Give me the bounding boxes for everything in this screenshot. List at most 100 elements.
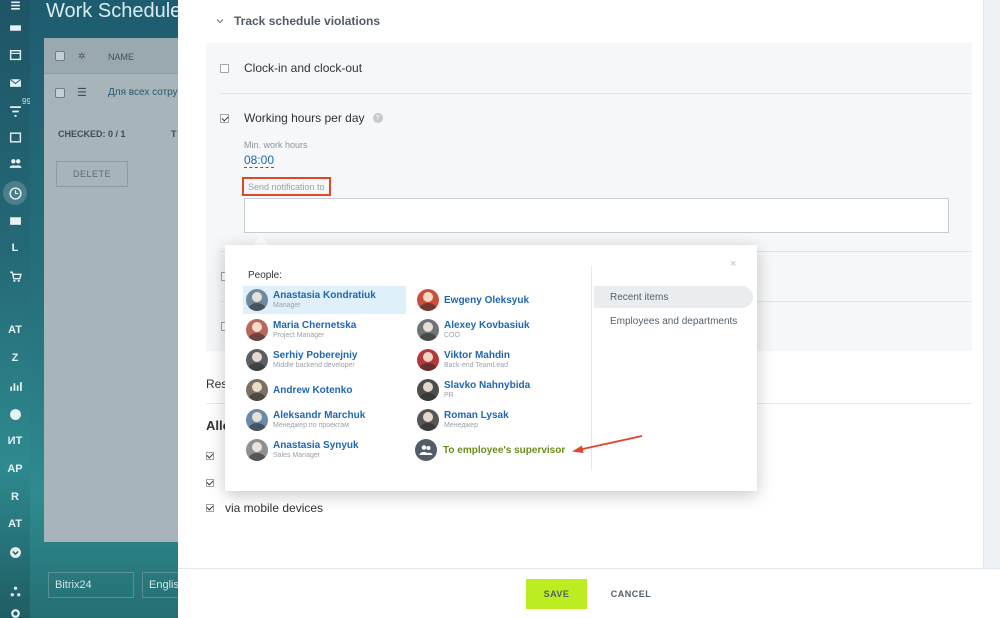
person-item[interactable]: Viktor Mahdin Back-end TeamLead <box>414 346 577 374</box>
schedule-grid: ✲ NAME ☰ Для всех сотру CHECKED: 0 / 1 T… <box>44 38 178 542</box>
working-hours-option[interactable]: Working hours per day ? <box>220 111 383 125</box>
mobile-checkbox[interactable] <box>206 504 214 512</box>
rail-letter-ap[interactable]: AP <box>0 456 30 482</box>
copyright-icon[interactable] <box>0 401 30 427</box>
working-hours-checkbox[interactable] <box>220 113 229 123</box>
rail-letter-z[interactable]: Z <box>0 345 30 371</box>
left-rail: 99+ L AT Z ИТ AP R AT <box>0 0 36 618</box>
min-hours-label: Min. work hours <box>244 140 308 150</box>
avatar <box>246 409 268 431</box>
users-icon[interactable] <box>0 150 30 176</box>
close-icon[interactable]: × <box>730 258 736 270</box>
cart-icon[interactable] <box>0 263 30 289</box>
group-icon <box>415 439 437 461</box>
calendar-icon[interactable] <box>0 41 30 67</box>
person-item[interactable]: Ewgeny Oleksyuk <box>414 286 577 314</box>
allow-checkbox-1[interactable] <box>206 452 214 460</box>
row-checkbox[interactable] <box>55 88 65 98</box>
background-page: Work Schedule ✲ NAME ☰ Для всех сотру CH… <box>30 0 185 618</box>
mail-icon[interactable] <box>0 69 30 95</box>
checked-trunc: T <box>171 129 177 139</box>
person-item[interactable]: Andrew Kotenko <box>243 376 406 404</box>
person-item[interactable]: Serhiy Poberejniy Middle backend develope… <box>243 346 406 374</box>
person-role: COO <box>444 332 460 339</box>
page-title: Work Schedule <box>46 0 182 22</box>
clock-in-label: Clock-in and clock-out <box>244 61 363 75</box>
allow-checkbox-2[interactable] <box>206 479 214 487</box>
rail-letter-l[interactable]: L <box>0 235 30 261</box>
drive-icon[interactable] <box>0 14 30 40</box>
person-name: Serhiy Poberejniy <box>273 350 358 361</box>
rail-letter-at-2[interactable]: AT <box>0 511 30 537</box>
working-hours-label: Working hours per day <box>244 111 365 125</box>
card-icon[interactable] <box>0 207 30 233</box>
avatar <box>417 349 439 371</box>
chevron-down-icon[interactable] <box>0 539 30 565</box>
rail-letter-r[interactable]: R <box>0 484 30 510</box>
mobile-label: via mobile devices <box>225 501 324 515</box>
supervisor-label: To employee's supervisor <box>443 444 566 456</box>
tab-recent-items[interactable]: Recent items <box>594 286 753 308</box>
clock-icon[interactable] <box>3 181 27 205</box>
avatar <box>246 349 268 371</box>
notify-recipients-input[interactable] <box>244 198 949 233</box>
chevron-down-icon[interactable] <box>216 17 224 25</box>
row-link[interactable]: Для всех сотру <box>108 87 178 98</box>
window-icon[interactable] <box>0 124 30 150</box>
delete-button[interactable]: DELETE <box>56 161 128 187</box>
cancel-button[interactable]: CANCEL <box>601 579 661 609</box>
rail-letter-at[interactable]: AT <box>0 317 30 343</box>
select-all-checkbox[interactable] <box>55 51 65 61</box>
gear-icon[interactable]: ✲ <box>78 51 86 62</box>
avatar <box>417 409 439 431</box>
person-role: Sales Manager <box>273 452 321 459</box>
person-item[interactable]: Alexey Kovbasiuk COO <box>414 316 577 344</box>
section-title[interactable]: Track schedule violations <box>234 14 380 28</box>
language-selector[interactable]: English <box>142 572 185 598</box>
person-role: Менеджер <box>444 422 478 429</box>
person-name: Andrew Kotenko <box>273 384 353 396</box>
person-item[interactable]: Roman Lysak Менеджер <box>414 406 577 434</box>
mobile-option[interactable]: via mobile devices <box>206 501 323 515</box>
clock-in-option[interactable]: Clock-in and clock-out <box>220 61 362 75</box>
person-name: Maria Chernetska <box>273 320 357 331</box>
row-menu-icon[interactable]: ☰ <box>77 86 87 99</box>
avatar <box>246 439 268 461</box>
clock-in-checkbox[interactable] <box>220 63 229 73</box>
grid-header: ✲ NAME <box>44 38 178 74</box>
help-icon[interactable]: ? <box>372 113 383 123</box>
person-name: Slavko Nahnybida <box>444 380 531 391</box>
save-button[interactable]: SAVE <box>526 579 587 609</box>
avatar <box>417 289 439 311</box>
supervisor-option[interactable]: To employee's supervisor <box>415 439 565 461</box>
person-role: Manager <box>273 302 301 309</box>
column-header-name[interactable]: NAME <box>108 52 134 62</box>
person-item[interactable]: Slavko Nahnybida PR <box>414 376 577 404</box>
notify-label: Send notification to <box>242 177 331 196</box>
person-role: PR <box>444 392 454 399</box>
annotation-arrow-icon <box>572 435 643 453</box>
person-name: Anastasia Synyuk <box>273 440 359 451</box>
person-item[interactable]: Maria Chernetska Project Manager <box>243 316 406 344</box>
person-role: Middle backend developer <box>273 362 355 369</box>
avatar <box>417 319 439 341</box>
person-role: Менеджер по проектам <box>273 422 349 429</box>
person-item[interactable]: Anastasia Kondratiuk Manager <box>243 286 406 314</box>
filter-icon[interactable] <box>0 98 30 124</box>
slider-footer: SAVE CANCEL <box>178 568 1000 618</box>
person-item[interactable]: Anastasia Synyuk Sales Manager <box>243 436 406 464</box>
chart-icon[interactable] <box>0 373 30 399</box>
person-name: Ewgeny Oleksyuk <box>444 294 530 306</box>
person-name: Viktor Mahdin <box>444 350 510 361</box>
person-item[interactable]: Aleksandr Marchuk Менеджер по проектам <box>243 406 406 434</box>
person-name: Roman Lysak <box>444 410 509 421</box>
rail-letter-it[interactable]: ИТ <box>0 428 30 454</box>
bitrix-logo[interactable]: Bitrix24 <box>48 572 134 598</box>
people-heading: People: <box>248 270 282 281</box>
tab-employees-departments[interactable]: Employees and departments <box>610 316 737 327</box>
person-role: Project Manager <box>273 332 325 339</box>
person-name: Alexey Kovbasiuk <box>444 320 530 331</box>
settings-icon[interactable] <box>0 600 30 618</box>
min-hours-value[interactable]: 08:00 <box>244 153 275 168</box>
person-role: Back-end TeamLead <box>444 362 509 369</box>
